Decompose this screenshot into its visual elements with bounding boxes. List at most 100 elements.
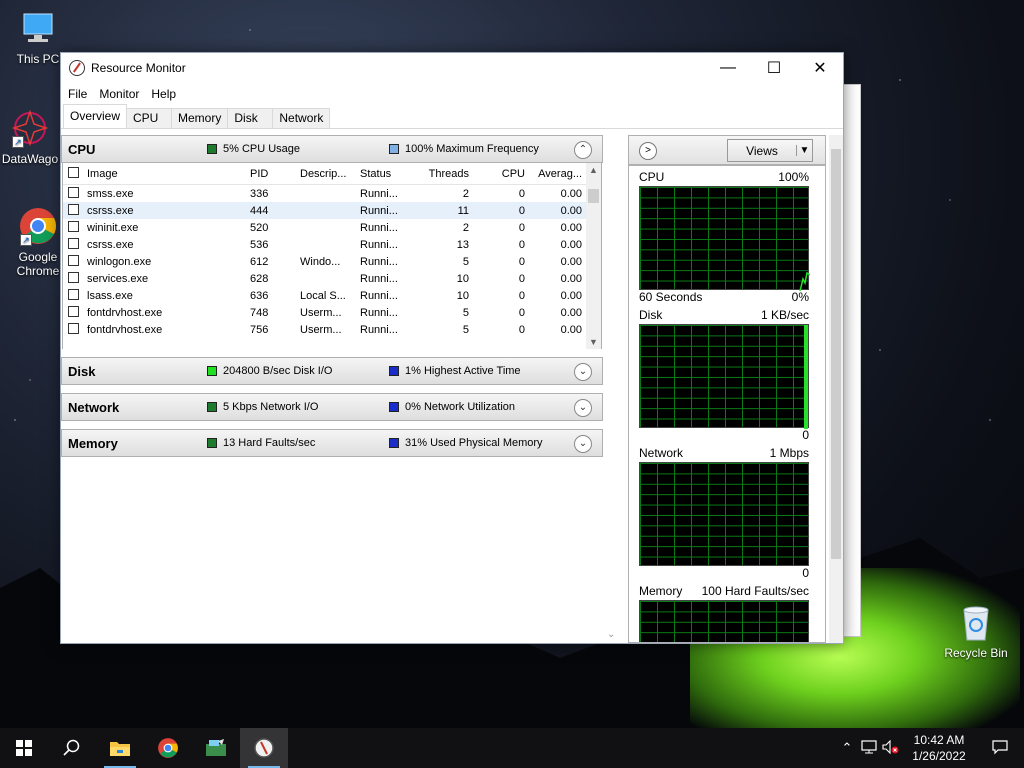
table-row[interactable]: smss.exe 336 Runni... 2 0 0.00 xyxy=(63,185,601,202)
row-checkbox[interactable] xyxy=(68,305,79,317)
volume-muted-icon[interactable] xyxy=(880,739,902,757)
cpu-frequency-swatch xyxy=(389,144,399,154)
maximize-button[interactable]: ☐ xyxy=(751,53,797,83)
network-io-swatch xyxy=(207,402,217,412)
column-header-cpu[interactable]: CPU xyxy=(473,168,529,180)
taskbar-resource-monitor[interactable] xyxy=(240,728,288,768)
network-icon[interactable] xyxy=(858,739,880,757)
column-header-status[interactable]: ^Status xyxy=(356,168,413,180)
threads-cell: 11 xyxy=(457,204,469,217)
row-checkbox[interactable] xyxy=(68,237,79,249)
menu-help[interactable]: Help xyxy=(148,87,179,101)
image-cell: wininit.exe xyxy=(87,221,139,234)
scroll-thumb[interactable] xyxy=(588,189,599,203)
table-row[interactable]: services.exe 628 Runni... 10 0 0.00 xyxy=(63,270,601,287)
hard-faults-indicator: 13 Hard Faults/sec xyxy=(223,437,316,449)
column-header-image[interactable]: Image xyxy=(83,168,246,180)
pid-cell: 520 xyxy=(250,221,269,234)
action-center-icon[interactable] xyxy=(976,739,1024,758)
disk-section-header[interactable]: Disk 204800 B/sec Disk I/O 1% Highest Ac… xyxy=(61,357,603,385)
network-section-header[interactable]: Network 5 Kbps Network I/O 0% Network Ut… xyxy=(61,393,603,421)
resource-monitor-window: Resource Monitor — ☐ ✕ File Monitor Help… xyxy=(60,52,844,644)
physical-memory-swatch xyxy=(389,438,399,448)
chrome-icon xyxy=(158,738,178,758)
taskbar-datawago[interactable] xyxy=(192,728,240,768)
column-header-average[interactable]: Averag... xyxy=(529,168,586,180)
left-pane-scroll-arrow-icon[interactable]: ⌄ xyxy=(607,629,615,640)
start-button[interactable] xyxy=(0,728,48,768)
description-cell: Windo... xyxy=(300,255,341,268)
search-button[interactable] xyxy=(48,728,96,768)
select-all-checkbox[interactable] xyxy=(68,166,79,178)
close-button[interactable]: ✕ xyxy=(797,53,843,83)
desktop-icon-recycle-bin[interactable]: Recycle Bin xyxy=(938,602,1014,660)
table-header: Image PID Descrip... ^Status Threads CPU… xyxy=(63,163,601,185)
graph-title: Memory xyxy=(639,584,683,598)
column-header-description[interactable]: Descrip... xyxy=(296,168,356,180)
scroll-thumb[interactable] xyxy=(831,149,841,559)
tab-overview[interactable]: Overview xyxy=(63,104,128,128)
taskbar: ⌃ 10:42 AM 1/26/2022 xyxy=(0,728,1024,768)
pid-cell: 612 xyxy=(250,255,269,268)
table-row[interactable]: fontdrvhost.exe 748 Userm... Runni... 5 0 0.00 xyxy=(63,304,601,321)
hard-faults-swatch xyxy=(207,438,217,448)
row-checkbox[interactable] xyxy=(68,220,79,232)
row-checkbox[interactable] xyxy=(68,254,79,266)
row-checkbox[interactable] xyxy=(68,186,79,198)
threads-cell: 2 xyxy=(462,187,469,200)
row-checkbox[interactable] xyxy=(68,271,79,283)
minimize-button[interactable]: — xyxy=(705,53,751,83)
graph-time-label: 60 Seconds xyxy=(639,290,703,304)
tab-memory[interactable]: Memory xyxy=(171,108,229,128)
show-hidden-icons-chevron-icon[interactable]: ⌃ xyxy=(836,740,858,756)
menu-monitor[interactable]: Monitor xyxy=(96,87,142,101)
graph-max: 100 Hard Faults/sec xyxy=(701,584,809,598)
scroll-down-arrow-icon[interactable]: ▼ xyxy=(586,337,601,347)
column-header-pid[interactable]: PID xyxy=(246,168,296,180)
graph-pane-scrollbar[interactable] xyxy=(829,135,843,643)
threads-cell: 10 xyxy=(456,272,469,285)
tab-strip: Overview CPU Memory Disk Network xyxy=(61,104,843,129)
table-row[interactable]: csrss.exe 536 Runni... 13 0 0.00 xyxy=(63,236,601,253)
scroll-up-arrow-icon[interactable]: ▲ xyxy=(586,165,601,175)
memory-section-header[interactable]: Memory 13 Hard Faults/sec 31% Used Physi… xyxy=(61,429,603,457)
table-row[interactable]: fontdrvhost.exe 756 Userm... Runni... 5 0 0.00 xyxy=(63,321,601,338)
cpu-section-header[interactable]: CPU 5% CPU Usage 100% Maximum Frequency … xyxy=(61,135,603,163)
shortcut-arrow-icon: ↗ xyxy=(20,234,32,246)
section-title: Memory xyxy=(68,435,118,451)
shortcut-arrow-icon: ↗ xyxy=(12,136,24,148)
cpu-cell: 0 xyxy=(518,221,525,234)
toggle-pane-arrow-icon[interactable]: > xyxy=(639,142,657,160)
recycle-bin-icon xyxy=(956,602,996,642)
taskbar-chrome[interactable] xyxy=(144,728,192,768)
expand-chevron-icon[interactable]: ⌄ xyxy=(574,363,592,381)
tab-disk[interactable]: Disk xyxy=(227,108,274,128)
views-dropdown[interactable]: Views ▼ xyxy=(727,139,813,162)
table-row[interactable]: wininit.exe 520 Runni... 2 0 0.00 xyxy=(63,219,601,236)
image-cell: fontdrvhost.exe xyxy=(87,306,163,319)
menu-file[interactable]: File xyxy=(65,87,90,101)
row-checkbox[interactable] xyxy=(68,203,79,215)
collapse-chevron-icon[interactable]: ⌃ xyxy=(574,141,592,159)
status-cell: Runni... xyxy=(360,272,398,285)
table-scrollbar[interactable]: ▲ ▼ xyxy=(586,163,601,349)
graph-pane: > Views ▼ CPU 100% 60 Seconds 0% Disk 1 KB/… xyxy=(627,133,843,645)
row-checkbox[interactable] xyxy=(68,322,79,334)
description-cell: Userm... xyxy=(300,306,342,319)
tab-network[interactable]: Network xyxy=(272,108,331,128)
taskbar-file-explorer[interactable] xyxy=(96,728,144,768)
cpu-cell: 0 xyxy=(518,289,525,302)
table-row[interactable]: lsass.exe 636 Local S... Runni... 10 0 0.00 xyxy=(63,287,601,304)
title-bar[interactable]: Resource Monitor — ☐ ✕ xyxy=(61,53,843,83)
tab-cpu[interactable]: CPU xyxy=(126,108,173,128)
expand-chevron-icon[interactable]: ⌄ xyxy=(574,435,592,453)
taskbar-clock[interactable]: 10:42 AM 1/26/2022 xyxy=(902,732,976,764)
table-row[interactable]: winlogon.exe 612 Windo... Runni... 5 0 0.00 xyxy=(63,253,601,270)
cpu-cell: 0 xyxy=(518,187,525,200)
expand-chevron-icon[interactable]: ⌄ xyxy=(574,399,592,417)
desktop-icon-datawago[interactable]: ↗ DataWago xyxy=(0,108,66,166)
row-checkbox[interactable] xyxy=(68,288,79,300)
column-header-threads[interactable]: Threads xyxy=(413,168,473,180)
datawago-icon: ↗ xyxy=(10,108,50,148)
table-row[interactable]: csrss.exe 444 Runni... 11 0 0.00 xyxy=(63,202,601,219)
